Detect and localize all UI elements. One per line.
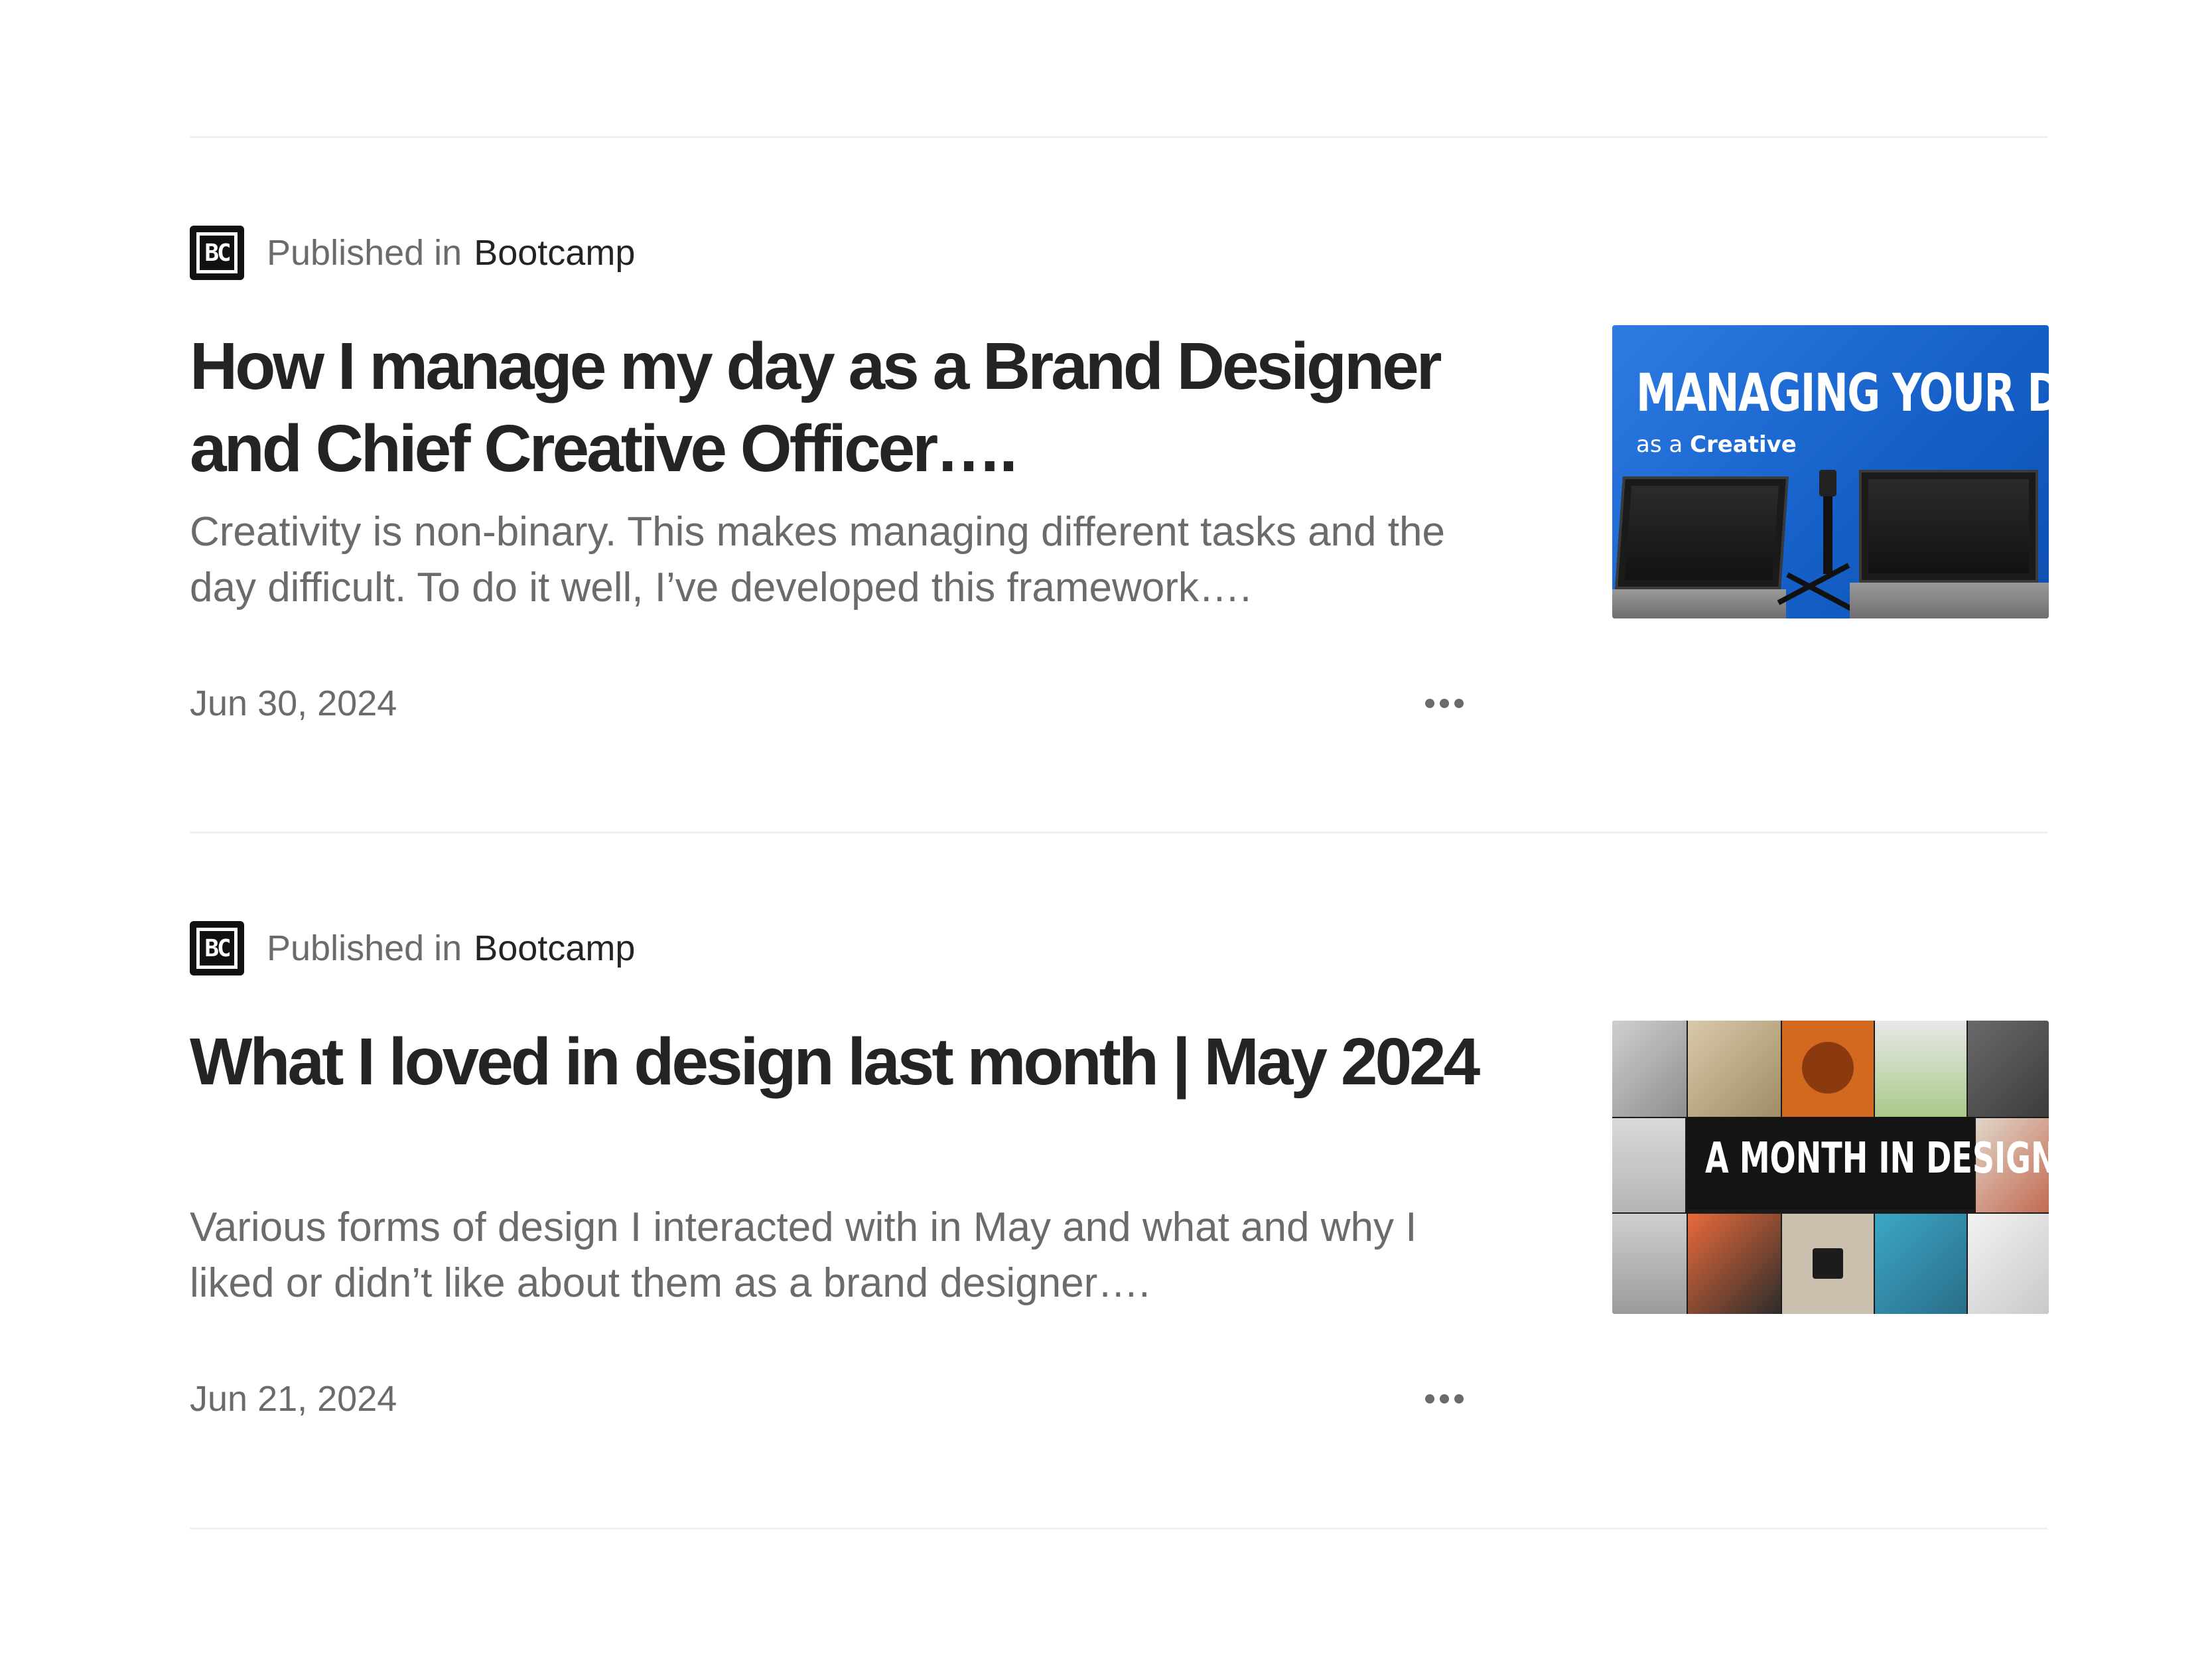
article-date: Jun 30, 2024	[190, 684, 397, 723]
article-thumbnail[interactable]: A MONTH IN DESIGN	[1612, 1021, 2049, 1314]
collage-tile	[1968, 1214, 2049, 1314]
publication-row[interactable]: BC Published in Bootcamp	[190, 226, 635, 280]
publication-link[interactable]: Bootcamp	[474, 928, 635, 969]
publication-logo[interactable]: BC	[190, 921, 244, 975]
thumbnail-heading: A MONTH IN DESIGN	[1705, 1134, 2049, 1183]
sign-image	[1813, 1248, 1843, 1279]
published-in-label: Published in	[267, 233, 462, 273]
article-meta: Jun 30, 2024	[190, 677, 1464, 730]
collage-tile	[1612, 1214, 1687, 1314]
collage-tile	[1688, 1214, 1781, 1314]
publication-logo[interactable]: BC	[190, 226, 244, 280]
article-title[interactable]: How I manage my day as a Brand Designer …	[190, 325, 1490, 490]
dot	[1454, 1394, 1464, 1404]
article-excerpt[interactable]: Various forms of design I interacted wit…	[190, 1200, 1490, 1311]
published-in-label: Published in	[267, 928, 462, 968]
article-card[interactable]: BC Published in Bootcamp How I manage my…	[190, 226, 2049, 922]
thumbnail-subheading: as a Creative	[1636, 431, 1797, 458]
publication-link[interactable]: Bootcamp	[474, 232, 635, 273]
laptop-screen	[1868, 479, 2029, 573]
badge-image	[1802, 1042, 1854, 1094]
publication-logo-text: BC	[196, 928, 238, 969]
collage-tile	[1782, 1021, 1874, 1117]
thumbnail-heading: MANAGING YOUR DAY	[1636, 364, 2049, 423]
laptop-image	[1615, 476, 1789, 589]
divider	[190, 831, 2047, 833]
collage-tile	[1968, 1021, 2049, 1117]
article-card[interactable]: BC Published in Bootcamp What I loved in…	[190, 921, 2049, 1618]
dot	[1425, 699, 1434, 708]
more-options-icon[interactable]	[1418, 692, 1464, 715]
divider	[190, 136, 2047, 138]
dot	[1425, 1394, 1434, 1404]
collage-tile	[1688, 1021, 1781, 1117]
tripod-head	[1819, 470, 1836, 496]
keyboard-image	[1850, 583, 2049, 618]
dot	[1440, 699, 1449, 708]
collage-tile	[1875, 1021, 1967, 1117]
dot	[1454, 699, 1464, 708]
thumbnail-subheading-bold: Creative	[1690, 431, 1797, 458]
article-title[interactable]: What I loved in design last month | May …	[190, 1021, 1490, 1103]
collage-tile	[1875, 1214, 1967, 1314]
article-meta: Jun 21, 2024	[190, 1372, 1464, 1425]
article-excerpt[interactable]: Creativity is non-binary. This makes man…	[190, 504, 1490, 616]
divider	[190, 1528, 2047, 1530]
collage-tile	[1782, 1214, 1874, 1314]
dot	[1440, 1394, 1449, 1404]
publication-row[interactable]: BC Published in Bootcamp	[190, 921, 635, 975]
laptop-screen	[1625, 486, 1779, 580]
article-thumbnail[interactable]: MANAGING YOUR DAY as a Creative	[1612, 325, 2049, 618]
keyboard-image	[1612, 589, 1786, 618]
more-options-icon[interactable]	[1418, 1388, 1464, 1410]
collage-tile	[1612, 1118, 1685, 1212]
article-date: Jun 21, 2024	[190, 1379, 397, 1419]
collage-tile	[1612, 1021, 1687, 1117]
laptop-image	[1859, 470, 2038, 583]
publication-logo-text: BC	[196, 232, 238, 273]
thumbnail-subheading-prefix: as a	[1636, 431, 1683, 458]
thumbnail-banner: A MONTH IN DESIGN	[1687, 1117, 2049, 1210]
